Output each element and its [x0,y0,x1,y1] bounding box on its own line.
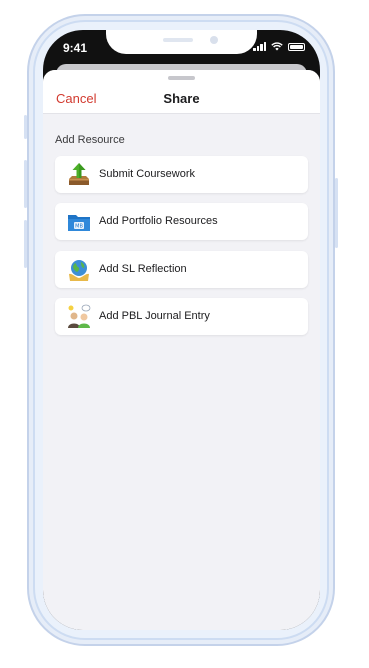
speaker-grille [163,38,193,42]
add-pbl-journal-entry-label: Add PBL Journal Entry [99,310,210,322]
section-label: Add Resource [55,134,125,146]
front-camera [210,36,218,44]
add-sl-reflection-label: Add SL Reflection [99,263,187,275]
side-button-volume-up [24,160,27,208]
add-portfolio-resources-label: Add Portfolio Resources [99,215,218,227]
portfolio-folder-icon: MB [68,215,90,231]
upload-arrow-icon [69,163,89,185]
sheet-header: Cancel Share [43,70,320,114]
wifi-icon [271,42,283,51]
battery-icon [288,43,305,51]
notch [106,30,257,54]
people-discussion-icon [68,304,91,328]
status-icons [253,42,305,51]
side-button-power [335,178,338,248]
submit-coursework-button[interactable]: Submit Coursework [55,156,308,193]
side-button-mute [24,115,27,139]
cellular-signal-icon [253,42,266,51]
sheet-title: Share [163,91,200,106]
add-pbl-journal-entry-button[interactable]: Add PBL Journal Entry [55,298,308,335]
sheet-grabber[interactable] [168,76,195,80]
submit-coursework-label: Submit Coursework [99,168,195,180]
status-time: 9:41 [63,41,88,55]
side-button-volume-down [24,220,27,268]
add-portfolio-resources-button[interactable]: MB Add Portfolio Resources [55,203,308,240]
svg-text:MB: MB [75,224,83,230]
phone-screen: 9:41 Cancel Share Add Resource Submit Co… [43,30,320,630]
globe-hands-icon [69,260,89,281]
add-sl-reflection-button[interactable]: Add SL Reflection [55,251,308,288]
share-sheet: Cancel Share Add Resource Submit Coursew… [43,70,320,630]
